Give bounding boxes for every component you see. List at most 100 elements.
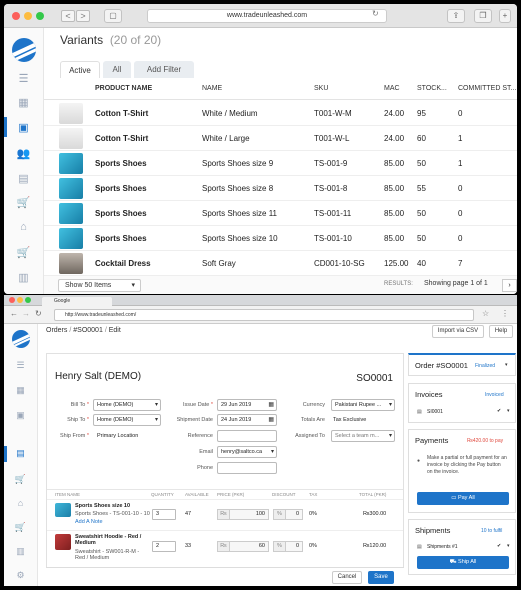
close-dot[interactable] <box>9 297 15 303</box>
contacts-icon[interactable]: 👥 <box>4 147 43 160</box>
table-row[interactable]: Sports Shoes Sports Shoes size 11 TS-001-1… <box>44 201 517 226</box>
currency-select[interactable]: Pakistani Rupee ... ▾ <box>331 399 395 411</box>
sidebar-toggle-icon[interactable]: ▢ <box>104 9 122 23</box>
col-name[interactable]: NAME <box>202 85 222 92</box>
reload-icon[interactable]: ↻ <box>372 9 379 18</box>
cart-icon[interactable]: 🛒 <box>4 522 37 533</box>
back-icon[interactable]: < <box>61 10 75 22</box>
sales-cart-icon[interactable]: 🛒 <box>4 474 37 485</box>
reference-input[interactable] <box>217 430 277 442</box>
phone-input[interactable] <box>217 462 277 474</box>
ship-all-button[interactable]: ⛟ Ship All <box>417 556 509 569</box>
shipment-id[interactable]: Shipments #1 <box>427 544 458 550</box>
add-note-link[interactable]: Add A Note <box>75 519 103 525</box>
help-button[interactable]: Help <box>489 325 513 338</box>
minimize-dot[interactable] <box>24 12 32 20</box>
assigned-select[interactable]: Select a team m... ▾ <box>331 430 395 442</box>
quantity-input[interactable]: 3 <box>152 509 176 520</box>
ship-from-label: Ship From * <box>59 433 89 439</box>
crumb-orders[interactable]: Orders <box>46 327 67 334</box>
settings-icon[interactable]: ⚙ <box>4 570 37 581</box>
tab-all[interactable]: All <box>103 61 131 78</box>
col-mac[interactable]: MAC <box>384 85 400 92</box>
save-button[interactable]: Save <box>368 571 394 584</box>
chevron-down-icon[interactable]: ▾ <box>505 362 508 368</box>
logo-icon[interactable] <box>11 330 30 348</box>
purchases-icon[interactable]: ⌂ <box>4 221 43 233</box>
customer-name[interactable]: Henry Salt (DEMO) <box>55 371 141 382</box>
price-input[interactable]: ₨ 60 <box>217 541 269 552</box>
tax-value[interactable]: 0% <box>309 511 317 517</box>
forward-icon[interactable]: → <box>22 309 30 318</box>
forward-icon[interactable]: > <box>76 10 90 22</box>
chevron-down-icon[interactable]: ▾ <box>507 543 510 549</box>
star-icon[interactable]: ☆ <box>482 309 489 318</box>
logo-icon[interactable] <box>11 38 36 62</box>
reload-icon[interactable]: ↻ <box>35 309 42 318</box>
bill-to-select[interactable]: Home (DEMO) ▾ <box>93 399 161 411</box>
address-bar[interactable]: www.tradeunleashed.com <box>147 9 387 23</box>
table-row[interactable]: Sports Shoes Sports Shoes size 8 TS-001-8 8… <box>44 176 517 201</box>
table-row[interactable]: Cotton T-Shirt White / Large T001-W-L 24.00… <box>44 126 517 151</box>
tab-active[interactable]: Active <box>60 61 100 78</box>
invoice-id[interactable]: SI0001 <box>427 409 443 415</box>
menu-icon[interactable]: ☰ <box>4 360 37 371</box>
check-icon: ✔ <box>497 543 502 549</box>
new-tab-icon[interactable]: + <box>499 9 511 23</box>
cart-icon[interactable]: 🛒 <box>4 246 43 259</box>
orders-icon[interactable]: ▤ <box>4 448 37 459</box>
page-size-select[interactable]: Show 50 Items ▾ <box>58 279 141 292</box>
reports-icon[interactable]: ▥ <box>4 546 37 557</box>
browser-tab[interactable]: Google <box>42 297 112 306</box>
back-icon[interactable]: ← <box>10 309 18 318</box>
product-thumbnail <box>59 153 83 174</box>
menu-icon[interactable]: ☰ <box>4 72 43 85</box>
chevron-down-icon: ▾ <box>154 402 158 408</box>
cell-mac: 24.00 <box>384 109 405 118</box>
col-stock[interactable]: STOCK... <box>417 85 447 92</box>
price-input[interactable]: ₨ 100 <box>217 509 269 520</box>
close-dot[interactable] <box>12 12 20 20</box>
import-csv-button[interactable]: Import via CSV <box>432 325 484 338</box>
purchases-icon[interactable]: ⌂ <box>4 498 37 508</box>
col-sku[interactable]: SKU <box>314 85 328 92</box>
orders-icon[interactable]: ▤ <box>4 172 43 185</box>
table-row[interactable]: Cocktail Dress Soft Gray CD001-10-SG 125.00… <box>44 251 517 276</box>
table-row[interactable]: Sports Shoes Sports Shoes size 10 TS-001-1… <box>44 226 517 251</box>
table-row[interactable]: Sports Shoes Sports Shoes size 9 TS-001-9 8… <box>44 151 517 176</box>
product-thumbnail <box>59 178 83 199</box>
address-bar[interactable]: http://www.tradeunleashed.com/ <box>54 309 474 321</box>
cancel-button[interactable]: Cancel <box>332 571 362 584</box>
cell-product-name: Sports Shoes <box>95 209 147 218</box>
maximize-dot[interactable] <box>36 12 44 20</box>
table-row[interactable]: Cotton T-Shirt White / Medium T001-W-M 24.0… <box>44 101 517 126</box>
pay-all-button[interactable]: ▭ Pay All <box>417 492 509 505</box>
chevron-down-icon[interactable]: ▾ <box>507 408 510 414</box>
sales-cart-icon[interactable]: 🛒 <box>4 196 43 209</box>
shipment-date-field[interactable]: 24 Jun 2019 ▦ <box>217 414 277 426</box>
discount-input[interactable]: % 0 <box>273 541 303 552</box>
products-icon[interactable]: ▣ <box>4 410 37 421</box>
share-icon[interactable]: ⇪ <box>447 9 465 23</box>
products-icon[interactable]: ▣ <box>4 121 43 134</box>
col-product-name[interactable]: PRODUCT NAME <box>95 85 152 92</box>
email-select[interactable]: henry@saltco.ca ▾ <box>217 446 277 458</box>
tabs-icon[interactable]: ❐ <box>474 9 492 23</box>
maximize-dot[interactable] <box>25 297 31 303</box>
tab-add-filter[interactable]: Add Filter <box>134 61 194 78</box>
tax-value[interactable]: 0% <box>309 543 317 549</box>
page-title: Variants (20 of 20) <box>60 33 162 47</box>
quantity-input[interactable]: 2 <box>152 541 176 552</box>
col-committed[interactable]: COMMITTED ST... <box>458 85 516 92</box>
order-status[interactable]: Finalized <box>475 363 495 369</box>
minimize-dot[interactable] <box>17 297 23 303</box>
ship-to-select[interactable]: Home (DEMO) ▾ <box>93 414 161 426</box>
menu-icon[interactable]: ⋮ <box>501 309 509 318</box>
reports-icon[interactable]: ▥ <box>4 271 43 284</box>
next-page-icon[interactable]: › <box>502 279 517 292</box>
dashboard-icon[interactable]: ▦ <box>4 96 43 109</box>
discount-input[interactable]: % 0 <box>273 509 303 520</box>
crumb-order-id[interactable]: #SO0001 <box>73 327 103 334</box>
dashboard-icon[interactable]: ▦ <box>4 385 37 396</box>
issue-date-field[interactable]: 29 Jun 2019 ▦ <box>217 399 277 411</box>
